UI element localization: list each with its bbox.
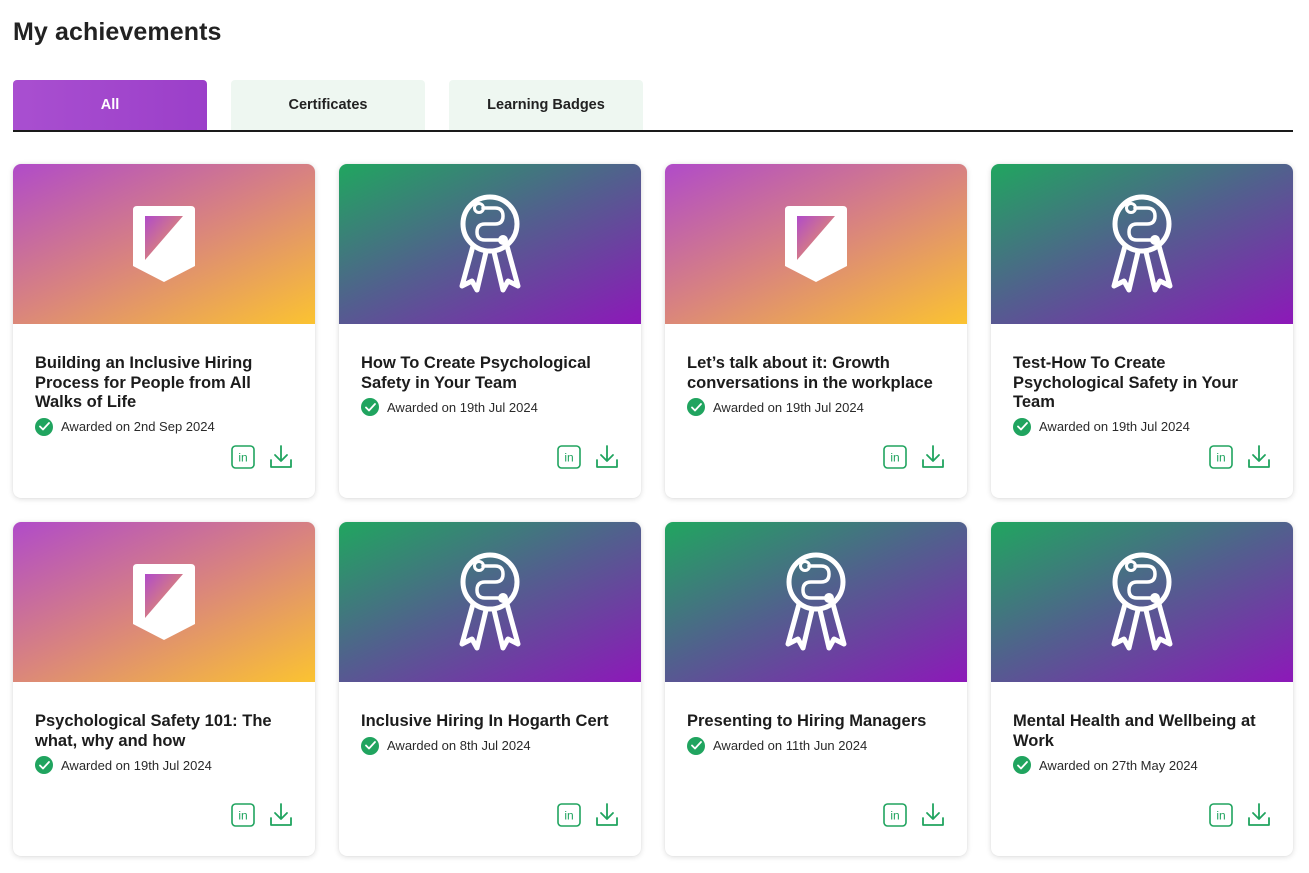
linkedin-icon: in — [883, 803, 907, 827]
ribbon-icon — [459, 194, 521, 293]
linkedin-share-button[interactable]: in — [883, 444, 907, 470]
download-icon — [922, 445, 944, 468]
card-title: Inclusive Hiring In Hogarth Cert — [361, 712, 609, 730]
awarded-date: Awarded on 19th Jul 2024 — [61, 757, 212, 773]
download-icon — [596, 445, 618, 468]
card-banner — [991, 522, 1293, 682]
linkedin-share-button[interactable]: in — [557, 444, 581, 470]
download-button[interactable] — [921, 444, 945, 470]
check-circle-icon — [1013, 756, 1031, 774]
card-banner — [665, 522, 967, 682]
linkedin-share-button[interactable]: in — [557, 802, 581, 828]
ribbon-icon — [459, 552, 521, 651]
tab-certificates[interactable]: Certificates — [231, 80, 425, 130]
card-title: Psychological Safety 101: The what, why … — [35, 712, 272, 750]
download-icon — [270, 803, 292, 826]
linkedin-share-button[interactable]: in — [231, 802, 255, 828]
awarded-date: Awarded on 19th Jul 2024 — [387, 399, 538, 415]
linkedin-icon: in — [1209, 803, 1233, 827]
download-icon — [270, 445, 292, 468]
svg-text:in: in — [238, 809, 247, 823]
card-banner — [13, 522, 315, 682]
download-button[interactable] — [1247, 802, 1271, 828]
check-circle-icon — [1013, 417, 1031, 436]
linkedin-icon: in — [557, 445, 581, 469]
page-title: My achievements — [13, 18, 222, 46]
linkedin-icon: in — [557, 803, 581, 827]
check-circle-icon — [361, 398, 379, 416]
awarded-date: Awarded on 27th May 2024 — [1039, 757, 1198, 773]
download-icon — [922, 803, 944, 826]
shield-icon — [785, 206, 847, 282]
tab-learning-badges[interactable]: Learning Badges — [449, 80, 643, 130]
shield-icon — [133, 564, 195, 640]
download-icon — [1248, 445, 1270, 468]
download-button[interactable] — [595, 802, 619, 828]
card-banner — [339, 164, 641, 324]
awarded-date: Awarded on 19th Jul 2024 — [713, 399, 864, 415]
achievement-tabs: All Certificates Learning Badges — [13, 80, 1293, 132]
tab-all[interactable]: All — [13, 80, 207, 130]
achievement-card[interactable]: Let’s talk about it: Growth conversation… — [665, 164, 967, 498]
linkedin-icon: in — [1209, 445, 1233, 469]
linkedin-share-button[interactable]: in — [1209, 802, 1233, 828]
check-circle-icon — [687, 736, 705, 755]
card-title: Test-How To Create Psychological Safety … — [1013, 354, 1238, 411]
download-button[interactable] — [1247, 444, 1271, 470]
ribbon-icon — [1111, 194, 1173, 293]
download-button[interactable] — [921, 802, 945, 828]
card-banner — [339, 522, 641, 682]
check-circle-icon — [35, 417, 53, 436]
linkedin-icon: in — [231, 803, 255, 827]
linkedin-share-button[interactable]: in — [231, 444, 255, 470]
svg-text:in: in — [564, 451, 573, 465]
svg-text:in: in — [1216, 809, 1225, 823]
svg-text:in: in — [564, 809, 573, 823]
check-circle-icon — [687, 398, 705, 416]
card-title: Presenting to Hiring Managers — [687, 712, 927, 730]
achievement-card[interactable]: Psychological Safety 101: The what, why … — [13, 522, 315, 856]
achievement-card[interactable]: How To Create Psychological Safety in Yo… — [339, 164, 641, 498]
linkedin-share-button[interactable]: in — [883, 802, 907, 828]
ribbon-icon — [785, 552, 847, 651]
linkedin-icon: in — [883, 445, 907, 469]
shield-icon — [133, 206, 195, 282]
download-icon — [596, 803, 618, 826]
card-title: Mental Health and Wellbeing at Work — [1013, 712, 1256, 750]
check-circle-icon — [361, 736, 379, 755]
card-title: Let’s talk about it: Growth conversation… — [687, 354, 933, 392]
achievement-card[interactable]: Building an Inclusive Hiring Process for… — [13, 164, 315, 498]
card-banner — [665, 164, 967, 324]
download-button[interactable] — [595, 444, 619, 470]
download-icon — [1248, 803, 1270, 826]
download-button[interactable] — [269, 802, 293, 828]
check-circle-icon — [35, 756, 53, 774]
card-banner — [13, 164, 315, 324]
linkedin-icon: in — [231, 445, 255, 469]
linkedin-share-button[interactable]: in — [1209, 444, 1233, 470]
card-title: Building an Inclusive Hiring Process for… — [35, 354, 253, 411]
achievement-card[interactable]: Test-How To Create Psychological Safety … — [991, 164, 1293, 498]
svg-text:in: in — [238, 451, 247, 465]
awarded-date: Awarded on 8th Jul 2024 — [387, 738, 531, 753]
achievement-card[interactable]: Presenting to Hiring Managers Awarded on… — [665, 522, 967, 856]
awarded-date: Awarded on 11th Jun 2024 — [713, 738, 868, 753]
svg-text:in: in — [890, 809, 899, 823]
achievement-card[interactable]: Mental Health and Wellbeing at Work Awar… — [991, 522, 1293, 856]
card-banner — [991, 164, 1293, 324]
achievements-grid: Building an Inclusive Hiring Process for… — [13, 164, 1293, 856]
awarded-date: Awarded on 19th Jul 2024 — [1039, 419, 1190, 434]
download-button[interactable] — [269, 444, 293, 470]
svg-text:in: in — [1216, 451, 1225, 465]
card-title: How To Create Psychological Safety in Yo… — [361, 354, 591, 392]
svg-text:in: in — [890, 451, 899, 465]
achievement-card[interactable]: Inclusive Hiring In Hogarth Cert Awarded… — [339, 522, 641, 856]
ribbon-icon — [1111, 552, 1173, 651]
awarded-date: Awarded on 2nd Sep 2024 — [61, 419, 215, 434]
